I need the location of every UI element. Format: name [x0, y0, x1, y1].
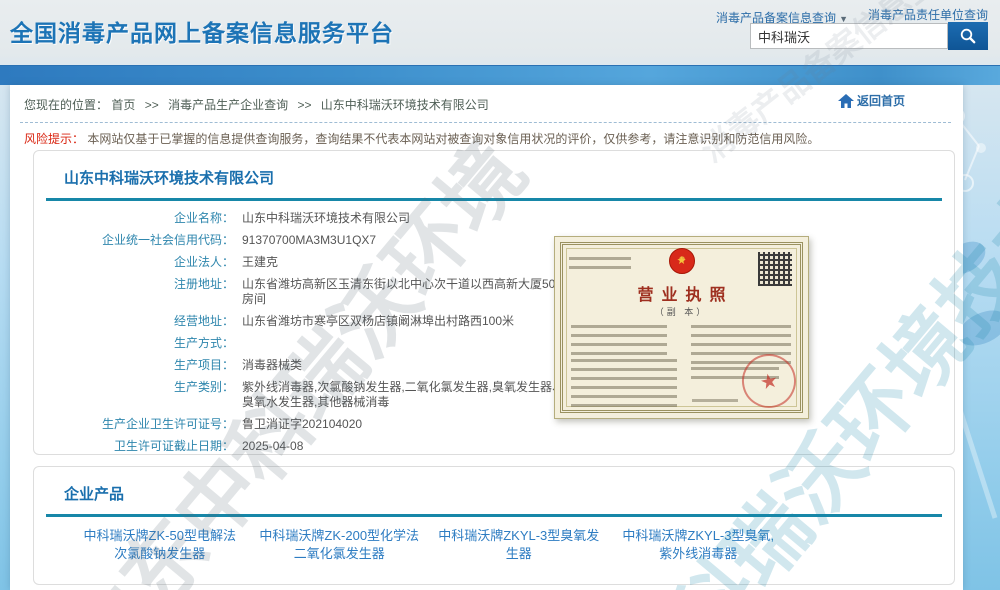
company-title: 山东中科瑞沃环境技术有限公司: [64, 167, 274, 188]
product-link-zkyl3-ozone[interactable]: 中科瑞沃牌ZKYL-3型臭氧发生器: [438, 527, 600, 563]
field-value: 2025-04-08: [242, 439, 572, 454]
home-icon: [838, 94, 854, 108]
site-title: 全国消毒产品网上备案信息服务平台: [10, 14, 394, 48]
national-emblem-icon: ★: [669, 248, 695, 274]
field-row-hygiene-license-no: 生产企业卫生许可证号： 鲁卫消证字202104020: [34, 417, 594, 432]
license-text-lines: [571, 325, 667, 355]
field-row-registered-address: 注册地址： 山东省潍坊高新区玉清东街以北中心次干道以西高新大厦502房间: [34, 277, 594, 307]
field-label: 注册地址：: [34, 277, 234, 307]
field-value: 91370700MA3M3U1QX7: [242, 233, 572, 248]
license-date-line: [692, 399, 738, 402]
field-value: 山东中科瑞沃环境技术有限公司: [242, 211, 572, 226]
field-row-license-expiry-date: 卫生许可证截止日期： 2025-04-08: [34, 439, 594, 454]
field-label: 生产企业卫生许可证号：: [34, 417, 234, 432]
breadcrumb-category-link[interactable]: 消毒产品生产企业查询: [168, 98, 288, 112]
page: 全国消毒产品网上备案信息服务平台 消毒产品备案信息查询▼ 消毒产品责任单位查询 …: [0, 0, 1000, 590]
section-rule: [46, 514, 942, 517]
field-label: 生产方式：: [34, 336, 234, 351]
product-link-zk200[interactable]: 中科瑞沃牌ZK-200型化学法二氧化氯发生器: [259, 527, 421, 563]
products-card: 企业产品 中科瑞沃牌ZK-50型电解法次氯酸钠发生器 中科瑞沃牌ZK-200型化…: [33, 466, 955, 585]
search-input[interactable]: [750, 23, 948, 49]
field-label: 企业法人：: [34, 255, 234, 270]
qr-code: [758, 252, 792, 286]
license-code-lines: [569, 257, 631, 269]
risk-notice-label: 风险提示：: [24, 132, 84, 146]
field-value: 鲁卫消证字202104020: [242, 417, 572, 432]
company-fields: 企业名称： 山东中科瑞沃环境技术有限公司 企业统一社会信用代码： 9137070…: [34, 211, 594, 461]
license-scope-lines: [571, 359, 677, 407]
field-row-credit-code: 企业统一社会信用代码： 91370700MA3M3U1QX7: [34, 233, 594, 248]
field-value: 王建克: [242, 255, 572, 270]
field-value: 消毒器械类: [242, 358, 572, 373]
company-info-card: 山东中科瑞沃环境技术有限公司 企业名称： 山东中科瑞沃环境技术有限公司 企业统一…: [33, 150, 955, 455]
section-rule: [46, 198, 942, 201]
header-divider-bar: [0, 65, 1000, 85]
search-button[interactable]: [948, 22, 988, 50]
field-row-production-item: 生产项目： 消毒器械类: [34, 358, 594, 373]
search-icon: [959, 27, 977, 45]
product-link-zkyl3-uv[interactable]: 中科瑞沃牌ZKYL-3型臭氧,紫外线消毒器: [618, 527, 780, 563]
field-value: 紫外线消毒器,次氯酸钠发生器,二氧化氯发生器,臭氧发生器、臭氧水发生器,其他器械…: [242, 380, 572, 410]
breadcrumb-prefix: 您现在的位置：: [24, 98, 108, 112]
business-license-image: ★ 营业执照 （副 本） ★: [554, 236, 809, 419]
breadcrumb-separator: >>: [145, 98, 159, 112]
field-label: 企业名称：: [34, 211, 234, 226]
field-value: [242, 336, 572, 351]
dashed-divider: [20, 122, 951, 123]
breadcrumb-current: 山东中科瑞沃环境技术有限公司: [321, 98, 489, 112]
product-link-zk50[interactable]: 中科瑞沃牌ZK-50型电解法次氯酸钠发生器: [79, 527, 241, 563]
field-label: 生产类别：: [34, 380, 234, 410]
field-row-production-mode: 生产方式：: [34, 336, 594, 351]
search-bar: [750, 22, 988, 50]
field-label: 生产项目：: [34, 358, 234, 373]
seal-star: ★: [758, 367, 781, 395]
field-value: 山东省潍坊高新区玉清东街以北中心次干道以西高新大厦502房间: [242, 277, 572, 307]
field-row-production-category: 生产类别： 紫外线消毒器,次氯酸钠发生器,二氧化氯发生器,臭氧发生器、臭氧水发生…: [34, 380, 594, 410]
field-label: 卫生许可证截止日期：: [34, 439, 234, 454]
field-label: 企业统一社会信用代码：: [34, 233, 234, 248]
breadcrumb: 您现在的位置： 首页 >> 消毒产品生产企业查询 >> 山东中科瑞沃环境技术有限…: [24, 96, 489, 113]
field-value: 山东省潍坊市寒亭区双杨店镇阚淋埠出村路西100米: [242, 314, 572, 329]
risk-notice: 风险提示： 本网站仅基于已掌握的信息提供查询服务，查询结果不代表本网站对被查询对…: [24, 130, 819, 147]
products-title: 企业产品: [64, 483, 124, 504]
emblem-star: ★: [677, 256, 687, 267]
license-subtitle: （副 本）: [555, 305, 808, 318]
field-row-business-address: 经营地址： 山东省潍坊市寒亭区双杨店镇阚淋埠出村路西100米: [34, 314, 594, 329]
risk-notice-text: 本网站仅基于已掌握的信息提供查询服务，查询结果不代表本网站对被查询对象信用状况的…: [87, 132, 819, 146]
field-row-legal-person: 企业法人： 王建克: [34, 255, 594, 270]
breadcrumb-home-link[interactable]: 首页: [111, 98, 135, 112]
main-panel: 您现在的位置： 首页 >> 消毒产品生产企业查询 >> 山东中科瑞沃环境技术有限…: [10, 85, 963, 590]
breadcrumb-separator: >>: [297, 98, 311, 112]
field-label: 经营地址：: [34, 314, 234, 329]
field-row-company-name: 企业名称： 山东中科瑞沃环境技术有限公司: [34, 211, 594, 226]
product-list: 中科瑞沃牌ZK-50型电解法次氯酸钠发生器 中科瑞沃牌ZK-200型化学法二氧化…: [79, 527, 779, 563]
return-home-button[interactable]: 返回首页: [838, 92, 905, 109]
return-home-label: 返回首页: [857, 92, 905, 109]
